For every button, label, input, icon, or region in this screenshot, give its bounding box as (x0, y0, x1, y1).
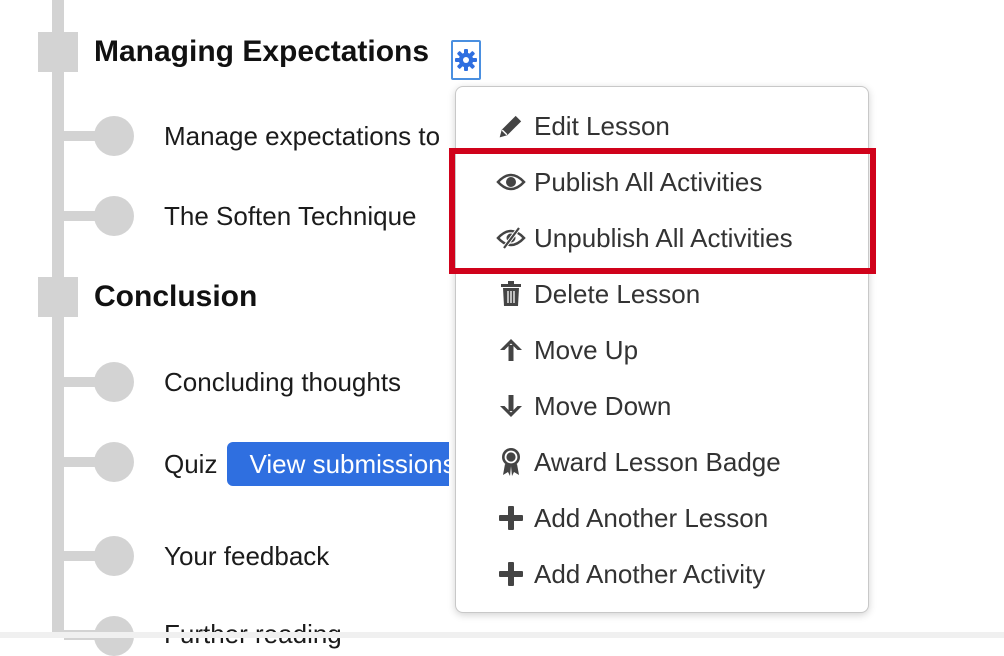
trash-icon (496, 279, 526, 309)
activity-marker (94, 536, 134, 576)
menu-item-award-badge[interactable]: Award Lesson Badge (496, 434, 781, 490)
quiz-row: Quiz View submissions (164, 442, 450, 486)
activity-label: Manage expectations to (164, 121, 441, 151)
menu-item-publish-all[interactable]: Publish All Activities (496, 154, 762, 210)
lesson-settings-menu: Edit Lesson Publish All Activities Unpub… (455, 86, 869, 613)
menu-item-label: Unpublish All Activities (534, 222, 793, 253)
activity-marker (94, 442, 134, 482)
arrow-down-icon (496, 391, 526, 421)
menu-item-delete-lesson[interactable]: Delete Lesson (496, 266, 700, 322)
menu-item-label: Add Another Lesson (534, 502, 769, 533)
menu-item-label: Add Another Activity (534, 558, 766, 589)
menu-item-label: Award Lesson Badge (534, 446, 781, 477)
timeline-spine (52, 0, 64, 638)
activity-marker (94, 362, 134, 402)
activity-link-soften-technique[interactable]: The Soften Technique (164, 196, 454, 236)
view-submissions-button[interactable]: View submissions (227, 442, 450, 486)
menu-item-edit-lesson[interactable]: Edit Lesson (496, 98, 670, 154)
section-marker (38, 32, 78, 72)
activity-label: The Soften Technique (164, 201, 417, 231)
section-title-conclusion: Conclusion (94, 280, 258, 313)
eye-icon (496, 167, 526, 197)
activity-marker (94, 196, 134, 236)
menu-item-add-lesson[interactable]: Add Another Lesson (496, 490, 768, 546)
plus-icon (496, 559, 526, 589)
eye-slash-icon (496, 223, 526, 253)
menu-item-label: Delete Lesson (534, 278, 701, 309)
plus-icon (496, 503, 526, 533)
activity-link-concluding-thoughts[interactable]: Concluding thoughts (164, 367, 401, 398)
activity-link-manage-expectations[interactable]: Manage expectations to (164, 116, 454, 156)
arrow-up-icon (496, 335, 526, 365)
menu-item-label: Move Up (534, 334, 639, 365)
pencil-icon (496, 111, 526, 141)
page-bottom-edge (0, 632, 1004, 638)
menu-item-move-down[interactable]: Move Down (496, 378, 671, 434)
menu-item-label: Edit Lesson (534, 110, 670, 141)
menu-item-move-up[interactable]: Move Up (496, 322, 638, 378)
menu-item-label: Publish All Activities (534, 166, 763, 197)
activity-marker (94, 116, 134, 156)
activity-link-your-feedback[interactable]: Your feedback (164, 541, 329, 572)
menu-item-label: Move Down (534, 390, 672, 421)
gear-icon (455, 49, 477, 71)
award-icon (496, 447, 526, 477)
activity-link-quiz[interactable]: Quiz (164, 449, 217, 480)
menu-item-unpublish-all[interactable]: Unpublish All Activities (496, 210, 793, 266)
section-title-managing-expectations: Managing Expectations (94, 35, 430, 68)
lesson-settings-button[interactable] (451, 40, 481, 80)
section-marker (38, 277, 78, 317)
menu-item-add-activity[interactable]: Add Another Activity (496, 546, 765, 602)
